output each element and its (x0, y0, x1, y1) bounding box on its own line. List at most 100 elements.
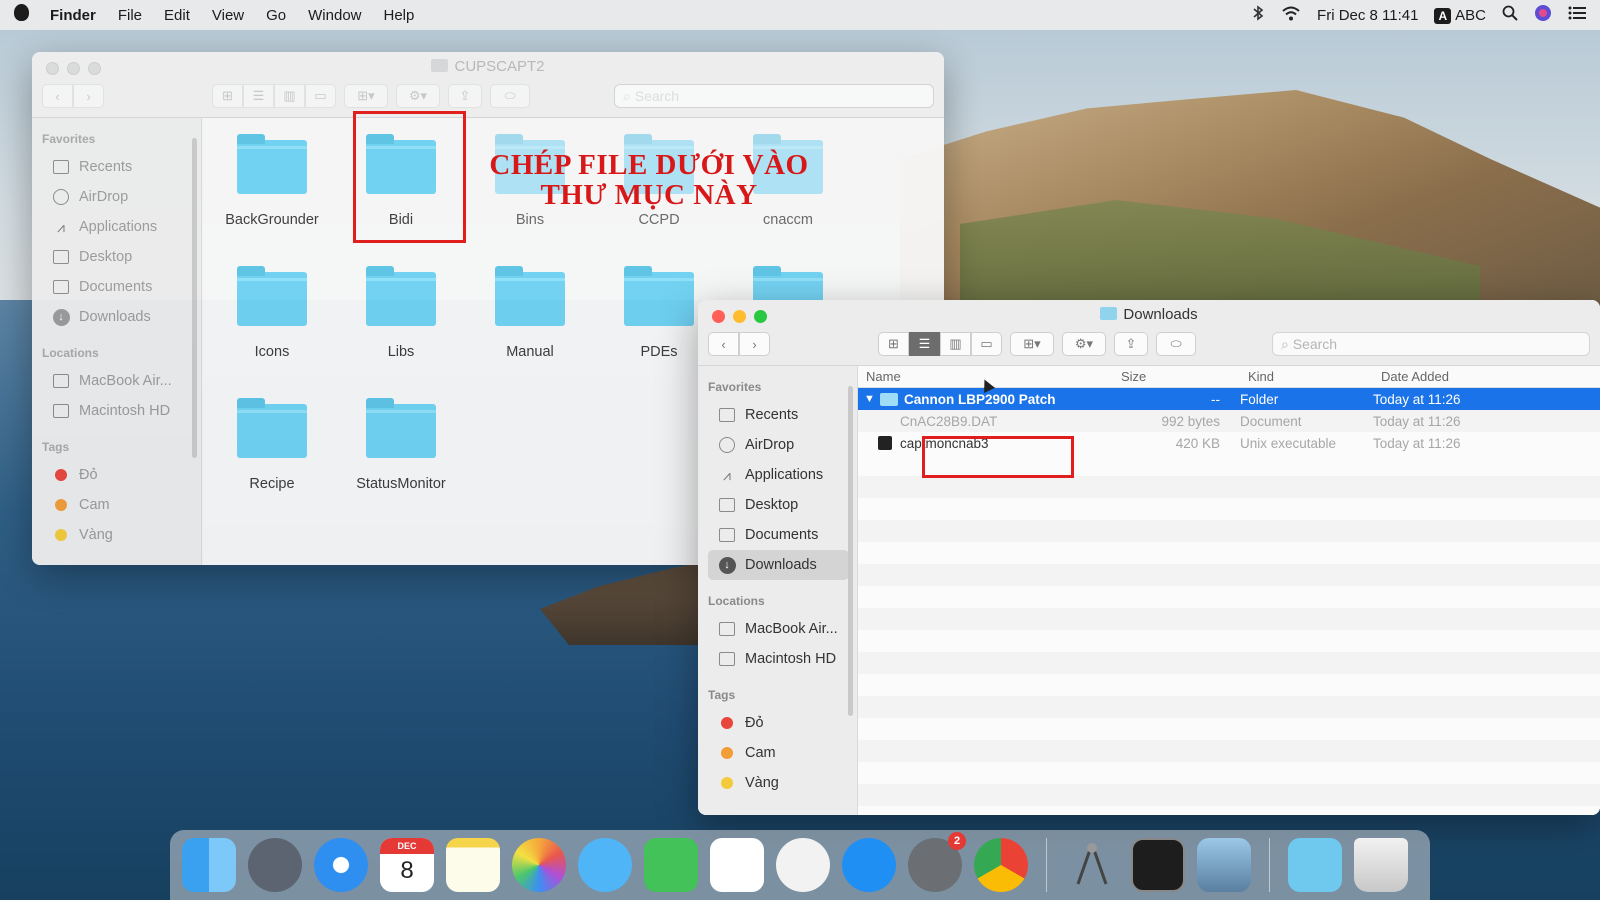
search-field[interactable]: ⌕ Search (614, 84, 934, 108)
sidebar-item-macintosh-hd[interactable]: Macintosh HD (42, 396, 193, 426)
gallery-view-button[interactable]: ▭ (305, 84, 336, 108)
sidebar-item-desktop[interactable]: Desktop (42, 242, 193, 272)
tags-button[interactable]: ⬭ (490, 84, 530, 108)
search-placeholder: Search (1292, 336, 1338, 352)
folder-item[interactable]: Manual (470, 266, 590, 360)
folder-item[interactable]: Icons (212, 266, 332, 360)
gallery-view-button[interactable]: ▭ (971, 332, 1002, 356)
messages-icon[interactable] (578, 838, 632, 892)
menu-help[interactable]: Help (384, 7, 415, 24)
column-date-header[interactable]: Date Added (1373, 369, 1573, 384)
downloads-stack-icon[interactable] (1288, 838, 1342, 892)
tags-button[interactable]: ⬭ (1156, 332, 1196, 356)
input-source[interactable]: A ABC (1434, 7, 1486, 24)
action-button[interactable]: ⚙▾ (396, 84, 440, 108)
siri-icon[interactable] (1534, 4, 1552, 26)
dock-separator (1046, 838, 1047, 892)
sidebar-item-documents[interactable]: Documents (708, 520, 849, 550)
sidebar-item-downloads[interactable]: ↓ Downloads (708, 550, 849, 580)
table-row[interactable]: CnAC28B9.DAT 992 bytes Document Today at… (858, 410, 1600, 432)
app-store-icon[interactable] (842, 838, 896, 892)
sidebar-item-documents[interactable]: Documents (42, 272, 193, 302)
system-preferences-icon[interactable]: 2 (908, 832, 966, 892)
list-view-button[interactable]: ☰ (909, 332, 940, 356)
menu-view[interactable]: View (212, 7, 244, 24)
bluetooth-icon[interactable] (1251, 5, 1265, 25)
sidebar-item-applications[interactable]: ⩘ Applications (42, 212, 193, 242)
wifi-icon[interactable] (1281, 6, 1301, 25)
action-button[interactable]: ⚙▾ (1062, 332, 1106, 356)
finder-icon[interactable] (182, 838, 236, 892)
safari-icon[interactable] (314, 838, 368, 892)
sidebar-item-label: Downloads (79, 309, 151, 325)
sidebar-tag-label: Đỏ (79, 467, 98, 483)
sidebar-item-macintosh-hd[interactable]: Macintosh HD (708, 644, 849, 674)
chrome-icon[interactable] (974, 838, 1028, 892)
sidebar-tag-orange[interactable]: Cam (42, 490, 193, 520)
search-field[interactable]: ⌕ Search (1272, 332, 1590, 356)
group-button[interactable]: ⊞▾ (344, 84, 388, 108)
folder-item[interactable]: StatusMonitor (341, 398, 461, 492)
window-titlebar: CUPSCAPT2 ‹ › ⊞ ☰ ▥ ▭ ⊞▾ ⚙▾ ⇪ ⬭ ⌕ Search (32, 52, 944, 118)
sidebar-item-macbook[interactable]: MacBook Air... (708, 614, 849, 644)
terminal-icon[interactable] (1131, 838, 1185, 892)
sidebar-item-airdrop[interactable]: AirDrop (708, 430, 849, 460)
folder-item[interactable]: Libs (341, 266, 461, 360)
column-view-button[interactable]: ▥ (940, 332, 971, 356)
forward-button[interactable]: › (739, 332, 770, 356)
apple-menu-icon[interactable] (14, 4, 30, 26)
launchpad-icon[interactable] (248, 838, 302, 892)
calendar-icon[interactable]: DEC 8 (380, 838, 434, 892)
icon-view-button[interactable]: ⊞ (878, 332, 909, 356)
folder-item[interactable]: Recipe (212, 398, 332, 492)
photos-icon[interactable] (512, 838, 566, 892)
spotlight-search-icon[interactable] (1502, 5, 1518, 25)
sidebar-tag-yellow[interactable]: Vàng (708, 768, 849, 798)
sidebar-item-recents[interactable]: Recents (708, 400, 849, 430)
hard-drive-icon (718, 651, 736, 667)
notes-icon[interactable] (446, 838, 500, 892)
sidebar-tag-red[interactable]: Đỏ (708, 708, 849, 738)
sidebar-item-desktop[interactable]: Desktop (708, 490, 849, 520)
menu-file[interactable]: File (118, 7, 142, 24)
trash-icon[interactable] (1354, 838, 1408, 892)
sidebar-item-label: MacBook Air... (79, 373, 172, 389)
sidebar-scrollbar[interactable] (848, 386, 853, 716)
forward-button[interactable]: › (73, 84, 104, 108)
preview-icon[interactable] (1197, 838, 1251, 892)
back-button[interactable]: ‹ (42, 84, 73, 108)
sidebar-tag-label: Vàng (79, 527, 113, 543)
sidebar-item-label: Documents (79, 279, 153, 295)
share-button[interactable]: ⇪ (448, 84, 482, 108)
sidebar-tag-orange[interactable]: Cam (708, 738, 849, 768)
menu-go[interactable]: Go (266, 7, 286, 24)
menu-clock[interactable]: Fri Dec 8 11:41 (1317, 7, 1418, 24)
sidebar-item-recents[interactable]: Recents (42, 152, 193, 182)
column-size-header[interactable]: Size (1113, 369, 1240, 384)
music-icon[interactable] (776, 838, 830, 892)
facetime-icon[interactable] (644, 838, 698, 892)
menu-edit[interactable]: Edit (164, 7, 190, 24)
reminders-icon[interactable] (710, 838, 764, 892)
menu-window[interactable]: Window (308, 7, 361, 24)
column-view-button[interactable]: ▥ (274, 84, 305, 108)
table-row[interactable]: ▼ Cannon LBP2900 Patch -- Folder Today a… (858, 388, 1600, 410)
icon-view-button[interactable]: ⊞ (212, 84, 243, 108)
sidebar-item-applications[interactable]: ⩘ Applications (708, 460, 849, 490)
sidebar-scrollbar[interactable] (192, 138, 197, 458)
back-button[interactable]: ‹ (708, 332, 739, 356)
sidebar-tag-yellow[interactable]: Vàng (42, 520, 193, 550)
column-kind-header[interactable]: Kind (1240, 369, 1373, 384)
share-button[interactable]: ⇪ (1114, 332, 1148, 356)
group-button[interactable]: ⊞▾ (1010, 332, 1054, 356)
sidebar-item-downloads[interactable]: ↓ Downloads (42, 302, 193, 332)
xcode-instruments-icon[interactable] (1065, 838, 1119, 892)
menu-app-name[interactable]: Finder (50, 7, 96, 24)
disclosure-triangle-icon[interactable]: ▼ (864, 393, 880, 405)
sidebar-tag-red[interactable]: Đỏ (42, 460, 193, 490)
sidebar-item-airdrop[interactable]: AirDrop (42, 182, 193, 212)
list-view-button[interactable]: ☰ (243, 84, 274, 108)
notification-center-icon[interactable] (1568, 6, 1586, 24)
sidebar-item-macbook[interactable]: MacBook Air... (42, 366, 193, 396)
folder-item[interactable]: BackGrounder (212, 134, 332, 228)
